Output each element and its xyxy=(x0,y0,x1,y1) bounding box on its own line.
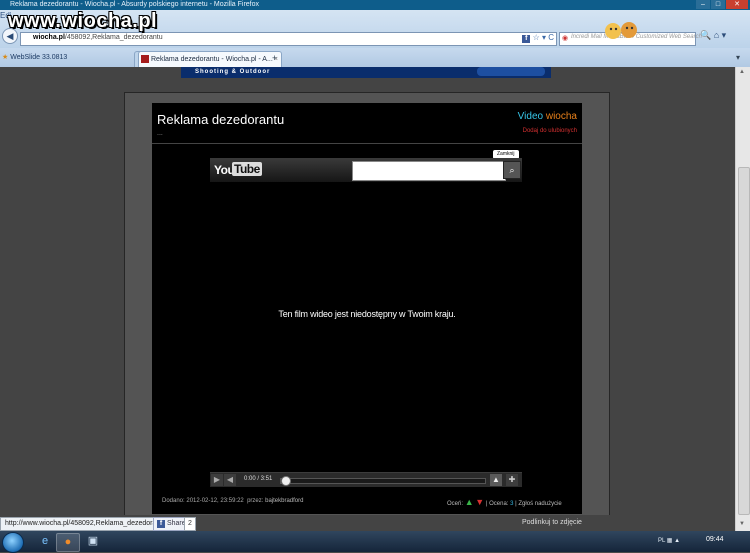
time-display: 0:00 / 3:51 xyxy=(244,476,273,482)
scroll-thumb[interactable] xyxy=(738,167,750,515)
system-tray[interactable]: PL ▦ ▲ xyxy=(658,537,680,544)
bookmark-item[interactable]: ★ WebSlide 33.0813 xyxy=(2,53,67,61)
video-title: Reklama dezedorantu xyxy=(157,112,285,127)
logo-video: Video xyxy=(517,111,544,122)
bookmark-star-icon[interactable]: ☆ ▾ C xyxy=(533,33,554,42)
theme-mascot-icon xyxy=(605,22,637,39)
toolbar-extra-icons[interactable]: 🔍 ⌂ ▾ xyxy=(700,30,726,41)
banner-text: Shooting & Outdoor xyxy=(195,69,271,75)
video-unavailable-message: Ten film wideo jest niedostępny w Twoim … xyxy=(278,309,456,319)
bookmark-star-icon: ★ xyxy=(2,54,9,61)
tray-icons[interactable]: ▦ ▲ xyxy=(667,538,680,544)
firefox-icon[interactable]: ● xyxy=(56,533,80,552)
divider xyxy=(152,143,582,144)
minimize-button[interactable]: – xyxy=(696,0,710,9)
windows-taskbar: e ● ▣ PL ▦ ▲ 09:44 xyxy=(0,531,750,553)
play-icon[interactable]: ▶ xyxy=(211,474,223,486)
start-button[interactable] xyxy=(2,532,24,553)
search-engine-icon[interactable]: ◉ xyxy=(562,34,568,42)
add-to-favorites-link[interactable]: Dodaj do ulubionych xyxy=(523,128,577,134)
progress-bar[interactable] xyxy=(280,476,486,486)
status-url: http://www.wiocha.pl/458092,Reklama_deze… xyxy=(0,517,172,531)
rate-label: Oceń: xyxy=(447,501,464,507)
close-window-button[interactable]: ✕ xyxy=(726,0,748,9)
address-bar[interactable]: wiocha.pl/458092,Reklama_dezedorantu f ☆… xyxy=(20,32,557,46)
site-favicon-icon xyxy=(141,55,149,63)
video-panel: Reklama dezedorantu ... Video wiocha Dod… xyxy=(152,103,582,514)
tab-active[interactable]: Reklama dezedorantu - Wiocha.pl - A... × xyxy=(138,51,282,67)
page-viewport: Shooting & Outdoor Reklama dezedorantu .… xyxy=(0,67,735,515)
address-bar-icons[interactable]: f ☆ ▾ C xyxy=(522,33,554,43)
share-count: 2 xyxy=(184,517,196,531)
score-value: 3 xyxy=(510,501,514,507)
thumbs-down-icon[interactable]: ▼ xyxy=(475,497,484,507)
ad-banner[interactable]: Shooting & Outdoor xyxy=(181,67,551,78)
report-abuse-link[interactable]: Zgłoś nadużycie xyxy=(518,501,561,507)
status-bar: http://www.wiocha.pl/458092,Reklama_deze… xyxy=(0,515,735,531)
youtube-search-bar: You Tube ⌕ xyxy=(210,158,522,182)
youtube-logo-tube: Tube xyxy=(232,162,262,176)
address-url[interactable]: wiocha.pl/458092,Reklama_dezedorantu xyxy=(33,34,163,41)
fullscreen-icon[interactable]: ▲ xyxy=(490,474,502,486)
video-added-info: Dodano: 2012-02-12, 23:59:22 przez: bajt… xyxy=(162,498,304,504)
window-title: Reklama dezedorantu - Wiocha.pl - Absurd… xyxy=(10,1,260,8)
added-date: 2012-02-12, 23:59:22 xyxy=(186,498,244,504)
progress-knob[interactable] xyxy=(281,476,291,486)
window-title-bar: Reklama dezedorantu - Wiocha.pl - Absurd… xyxy=(0,0,750,10)
site-watermark: www.wiocha.pl xyxy=(8,10,158,32)
app-icon[interactable]: ▣ xyxy=(82,533,104,550)
rating-section: Oceń: ▲ ▼ | Ocena: 3 | Zgłoś nadużycie xyxy=(447,497,562,507)
facebook-icon[interactable]: f xyxy=(522,35,531,43)
language-indicator[interactable]: PL xyxy=(658,538,665,544)
uploader-link[interactable]: bajtekbradford xyxy=(265,498,303,504)
maximize-button[interactable]: □ xyxy=(711,0,725,9)
vertical-scrollbar[interactable]: ▲ ▼ xyxy=(735,67,750,531)
scroll-up-icon[interactable]: ▲ xyxy=(739,69,745,75)
link-photo-link[interactable]: Podlinkuj to zdjęcie xyxy=(522,519,582,526)
window-controls: – □ ✕ xyxy=(696,0,748,10)
video-wiocha-logo[interactable]: Video wiocha xyxy=(518,111,577,122)
tab-strip: ★ WebSlide 33.0813 x Reklama dezedorantu… xyxy=(0,48,750,67)
tab-list-button[interactable]: ▾ xyxy=(736,53,740,62)
thumbs-up-icon[interactable]: ▲ xyxy=(465,497,474,507)
search-icon[interactable]: ⌕ xyxy=(503,161,521,179)
scroll-down-icon[interactable]: ▼ xyxy=(739,521,745,527)
player-controls: ▶ ◀ 0:00 / 3:51 ▲ ✚ xyxy=(210,472,522,487)
title-dots: ... xyxy=(157,130,163,137)
tab-title: Reklama dezedorantu - Wiocha.pl - A... xyxy=(151,56,273,63)
facebook-icon: f xyxy=(157,520,165,528)
internet-explorer-icon[interactable]: e xyxy=(34,533,56,550)
previous-icon[interactable]: ◀ xyxy=(224,474,236,486)
expand-icon[interactable]: ✚ xyxy=(506,474,518,486)
clock[interactable]: 09:44 xyxy=(706,536,724,543)
new-tab-button[interactable]: + xyxy=(272,53,277,63)
banner-button[interactable] xyxy=(477,67,545,76)
logo-wiocha: wiocha xyxy=(545,111,577,122)
youtube-search-input[interactable] xyxy=(352,161,506,181)
score-label: Ocena: xyxy=(489,501,509,507)
